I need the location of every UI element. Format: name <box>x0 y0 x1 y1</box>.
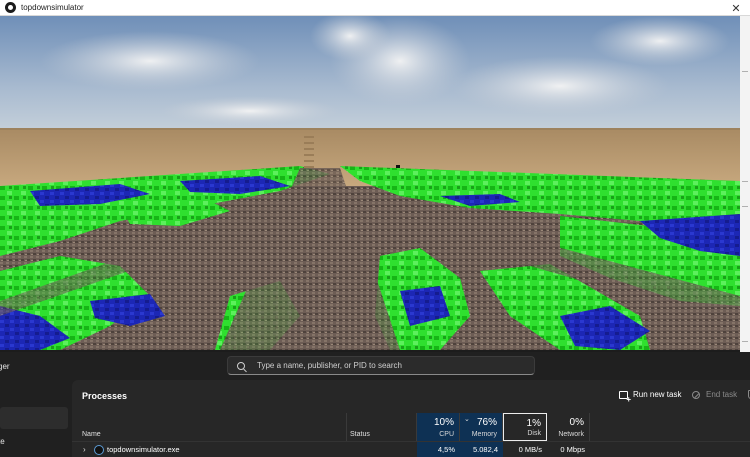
disk-percent: 1% <box>526 418 541 429</box>
expand-chevron-icon[interactable]: › <box>83 445 86 454</box>
strip-mark <box>742 181 748 182</box>
process-network: 0 Mbps <box>560 445 585 454</box>
task-manager-window: ger Type a name, publisher, or PID to se… <box>0 352 750 457</box>
app-icon <box>5 2 16 13</box>
nav-item-processes[interactable] <box>0 407 68 429</box>
run-task-icon <box>619 390 631 404</box>
task-manager-header: ger Type a name, publisher, or PID to se… <box>0 352 750 380</box>
strip-mark <box>742 341 748 342</box>
title-bar[interactable]: topdownsimulator ✕ <box>0 0 750 16</box>
page-title: Processes <box>82 391 128 401</box>
column-header-status[interactable]: Status <box>347 413 417 441</box>
end-task-icon <box>692 390 700 399</box>
processes-panel: Processes Run new task End task Name Sta… <box>72 380 750 457</box>
column-header-memory[interactable]: ⌄ 76% Memory <box>460 413 503 441</box>
strip-mark <box>742 71 748 72</box>
game-window: topdownsimulator ✕ <box>0 0 750 352</box>
process-cpu: 4,5% <box>417 442 460 457</box>
close-button[interactable]: ✕ <box>722 0 750 16</box>
search-placeholder: Type a name, publisher, or PID to search <box>257 361 402 370</box>
game-viewport[interactable] <box>0 16 740 350</box>
end-task-button[interactable]: End task <box>692 390 737 399</box>
column-header-cpu[interactable]: 10% CPU <box>417 413 460 441</box>
column-header-name[interactable]: Name <box>72 413 347 441</box>
process-icon <box>94 445 104 455</box>
column-header-disk[interactable]: 1% Disk <box>503 413 547 441</box>
memory-label: Memory <box>471 431 497 438</box>
window-title: topdownsimulator <box>21 3 84 12</box>
game-scene <box>0 16 740 350</box>
screen: topdownsimulator ✕ ger Type a name, publ… <box>0 0 750 457</box>
nav-sidebar: te <box>0 380 72 457</box>
network-percent: 0% <box>569 417 584 428</box>
run-new-task-label: Run new task <box>633 390 682 399</box>
end-task-label: End task <box>706 390 738 399</box>
cpu-label: CPU <box>439 431 454 438</box>
search-icon <box>237 361 245 370</box>
table-row[interactable]: › topdownsimulator.exe 4,5% 5.082,4 MB 0… <box>72 441 750 457</box>
column-header-network[interactable]: 0% Network <box>547 413 590 441</box>
network-label: Network <box>558 431 584 438</box>
sort-chevron-icon: ⌄ <box>464 416 470 423</box>
column-name-label: Name <box>82 431 101 438</box>
process-memory: 5.082,4 MB <box>460 442 503 457</box>
nav-item-label[interactable]: te <box>0 437 5 446</box>
process-disk: 0 MB/s <box>518 445 542 454</box>
search-input[interactable]: Type a name, publisher, or PID to search <box>227 356 535 375</box>
disk-label: Disk <box>527 430 541 437</box>
column-status-label: Status <box>350 431 370 438</box>
run-new-task-button[interactable]: Run new task <box>619 390 682 404</box>
strip-mark <box>742 206 748 207</box>
process-name: topdownsimulator.exe <box>107 445 180 454</box>
app-title: ger <box>0 362 10 371</box>
memory-percent: 76% <box>476 417 497 428</box>
window-edge-strip <box>740 16 750 352</box>
cpu-percent: 10% <box>433 417 454 428</box>
